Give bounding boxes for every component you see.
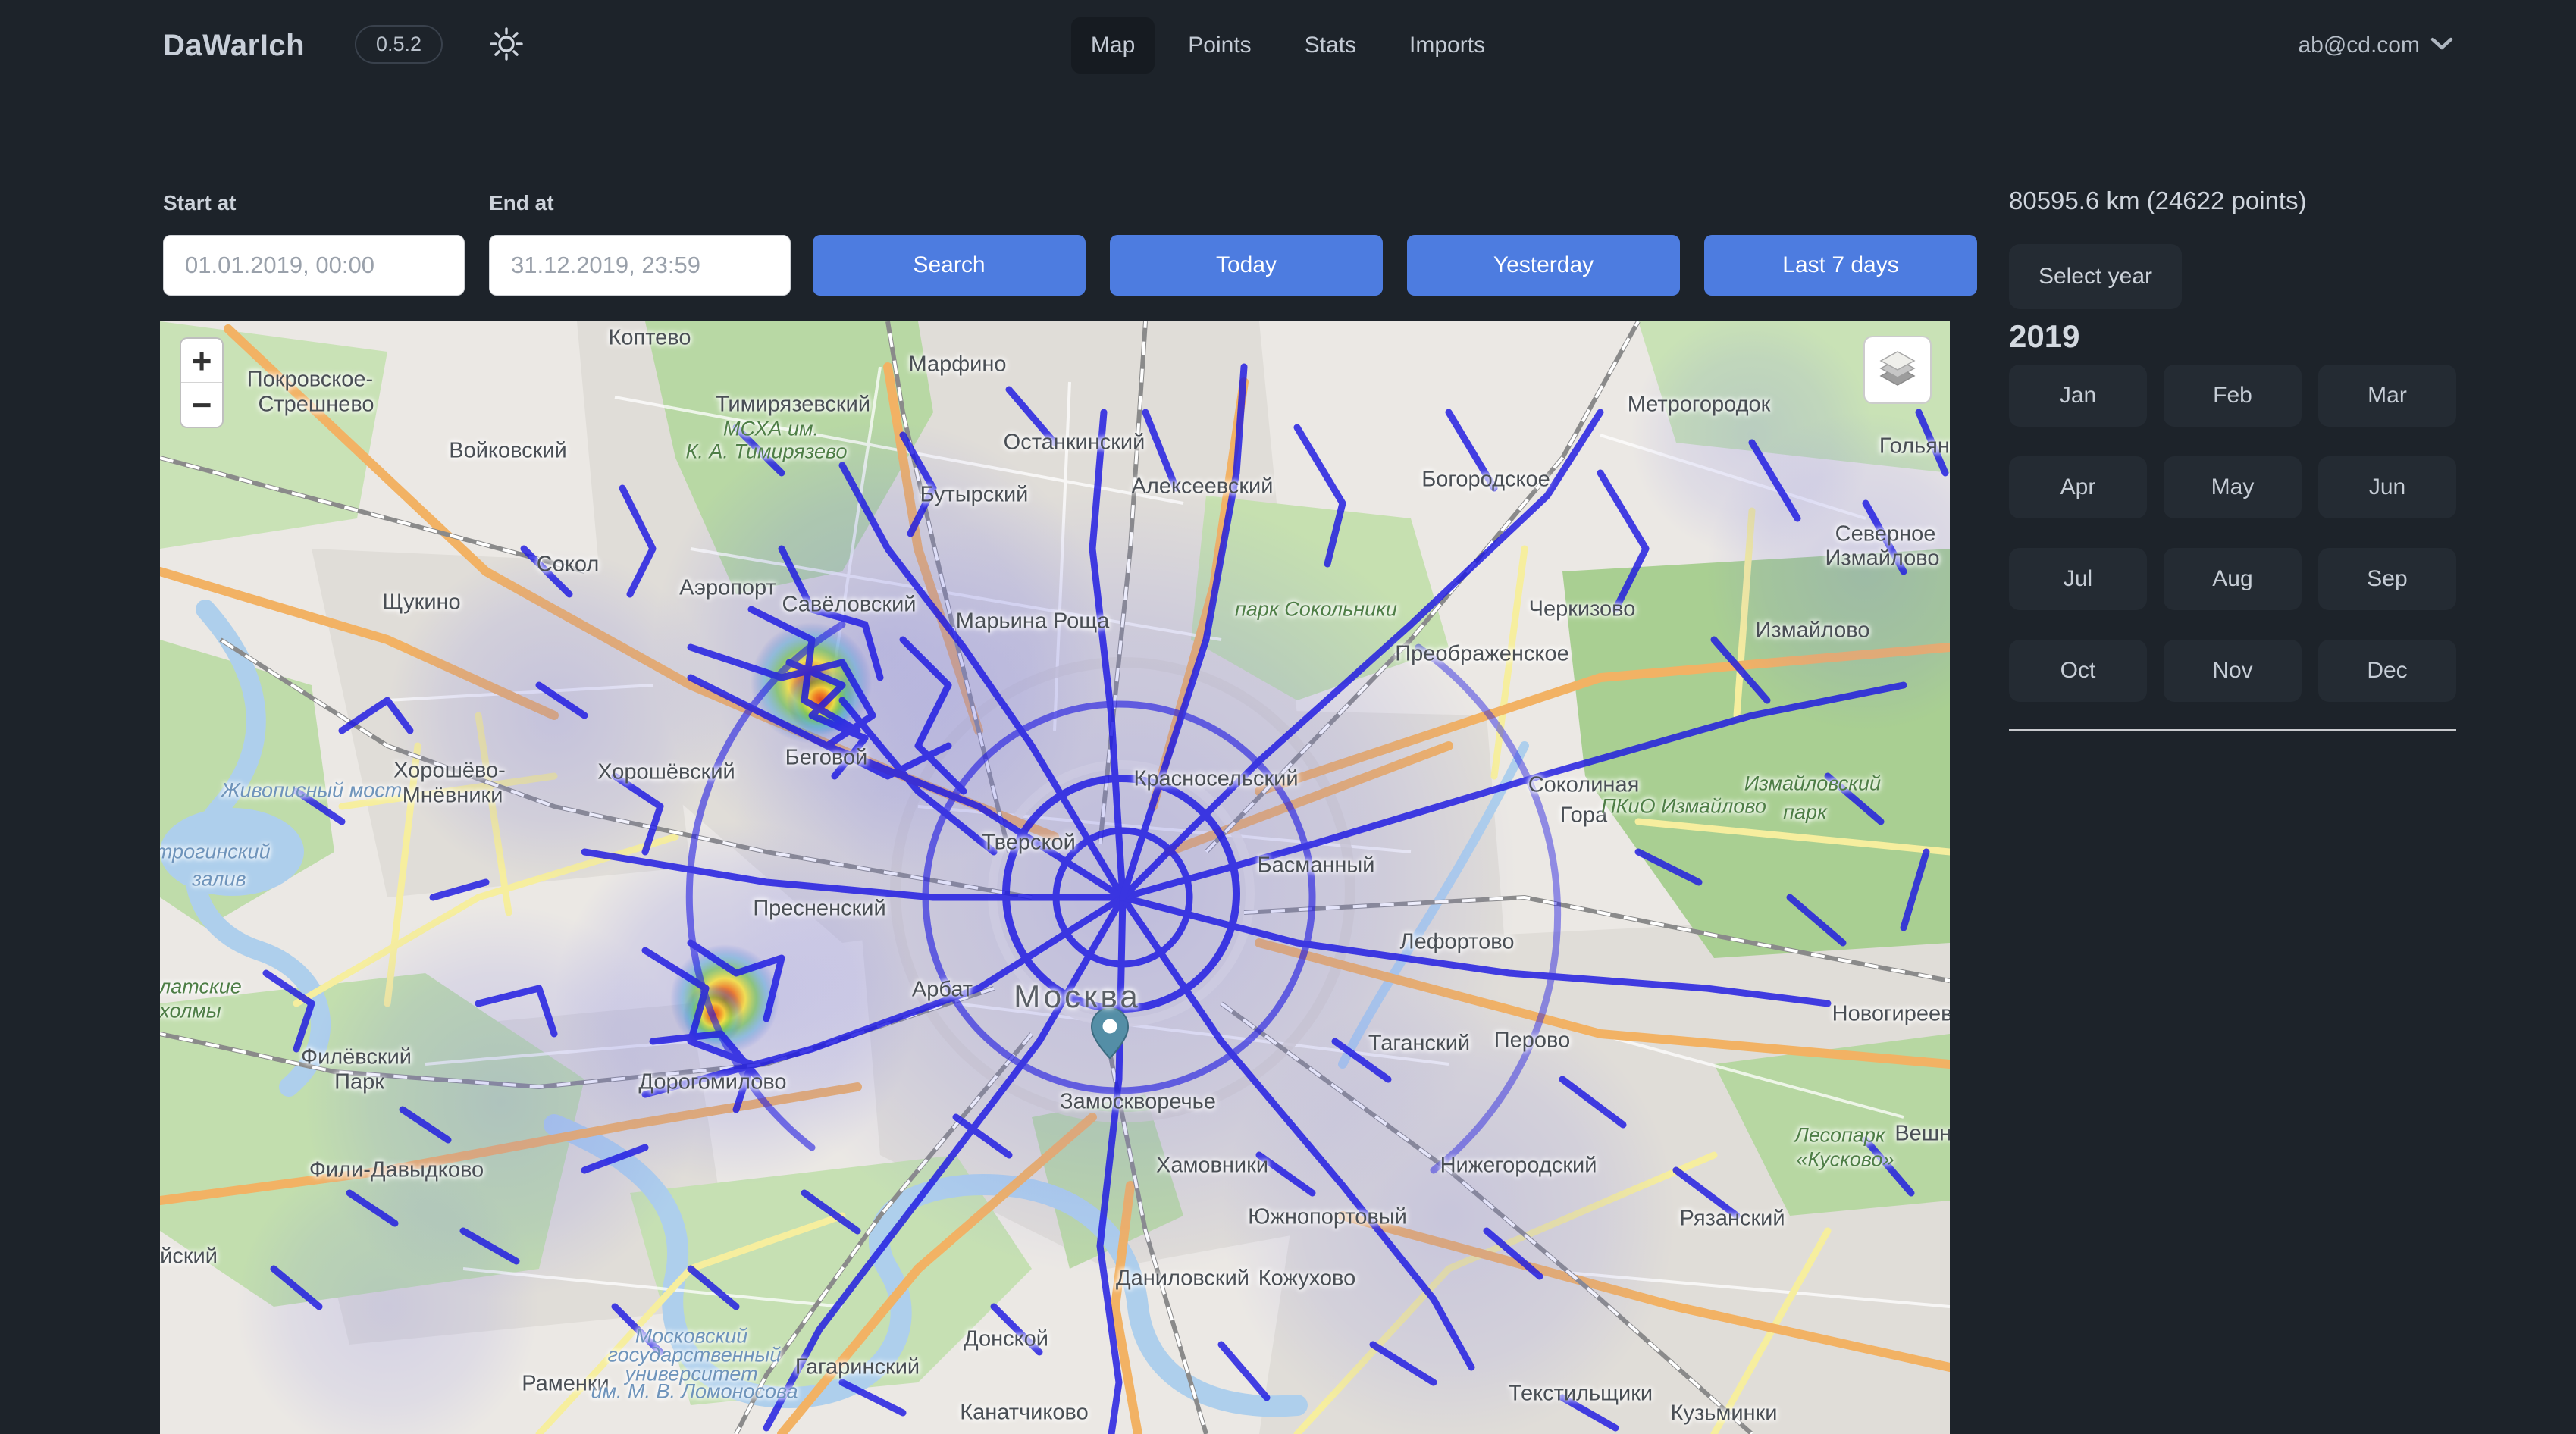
select-year-button[interactable]: Select year xyxy=(2009,244,2182,309)
map-canvas[interactable]: КоптевоПокровское-СтрешневоМарфиноТимиря… xyxy=(160,321,1950,1434)
search-button[interactable]: Search xyxy=(813,235,1086,296)
month-button-apr[interactable]: Apr xyxy=(2009,456,2147,518)
start-date-input[interactable] xyxy=(163,235,465,296)
year-heading: 2019 xyxy=(2009,318,2079,355)
end-date-input[interactable] xyxy=(489,235,791,296)
tab-stats[interactable]: Stats xyxy=(1285,17,1376,74)
zoom-out-button[interactable]: − xyxy=(181,383,222,427)
yesterday-button[interactable]: Yesterday xyxy=(1407,235,1680,296)
month-button-aug[interactable]: Aug xyxy=(2164,548,2302,610)
tab-imports[interactable]: Imports xyxy=(1390,17,1505,74)
account-email: ab@cd.com xyxy=(2298,33,2420,58)
month-button-may[interactable]: May xyxy=(2164,456,2302,518)
month-button-mar[interactable]: Mar xyxy=(2318,365,2456,427)
month-button-nov[interactable]: Nov xyxy=(2164,640,2302,702)
last-7-days-button[interactable]: Last 7 days xyxy=(1704,235,1977,296)
sidebar-divider xyxy=(2009,729,2456,731)
month-button-oct[interactable]: Oct xyxy=(2009,640,2147,702)
month-grid: Jan Feb Mar Apr May Jun Jul Aug Sep Oct Nov Dec xyxy=(2009,365,2456,702)
month-button-jan[interactable]: Jan xyxy=(2009,365,2147,427)
app-header: DaWarIch 0.5.2 MapPointsStatsImports ab@… xyxy=(0,0,2576,91)
month-button-jul[interactable]: Jul xyxy=(2009,548,2147,610)
month-button-jun[interactable]: Jun xyxy=(2318,456,2456,518)
month-button-dec[interactable]: Dec xyxy=(2318,640,2456,702)
today-button[interactable]: Today xyxy=(1110,235,1383,296)
month-button-sep[interactable]: Sep xyxy=(2318,548,2456,610)
layers-icon xyxy=(1873,344,1922,396)
distance-summary: 80595.6 km (24622 points) xyxy=(2009,186,2307,215)
map-layers-control[interactable] xyxy=(1863,336,1932,404)
map-zoom-control: + − xyxy=(180,337,224,428)
nav-tabs: MapPointsStatsImports xyxy=(0,17,2576,74)
account-menu[interactable]: ab@cd.com xyxy=(2298,0,2453,91)
tab-map[interactable]: Map xyxy=(1071,17,1155,74)
zoom-in-button[interactable]: + xyxy=(181,339,222,383)
month-button-feb[interactable]: Feb xyxy=(2164,365,2302,427)
tab-points[interactable]: Points xyxy=(1168,17,1271,74)
end-at-label: End at xyxy=(489,191,554,215)
map-tiles xyxy=(160,321,1950,1434)
start-at-label: Start at xyxy=(163,191,236,215)
chevron-down-icon xyxy=(2430,37,2453,55)
